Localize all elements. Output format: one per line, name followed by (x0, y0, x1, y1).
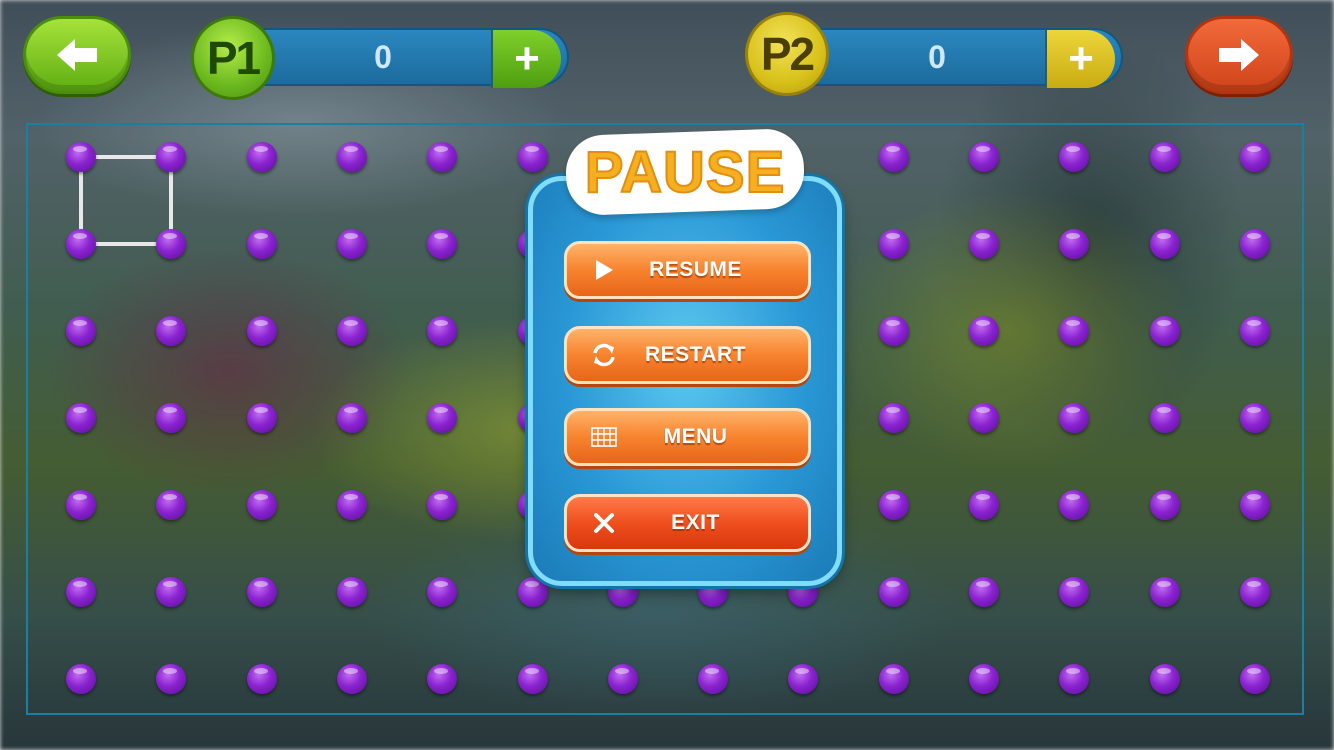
grid-dot[interactable] (878, 403, 909, 433)
arrow-right-icon (1219, 39, 1259, 71)
grid-dot[interactable] (427, 316, 458, 346)
player2-score: 0 (928, 38, 946, 75)
grid-dot[interactable] (427, 577, 458, 607)
restart-button[interactable]: RESTART (564, 326, 811, 384)
grid-dot[interactable] (427, 403, 458, 433)
grid-dot[interactable] (1239, 664, 1270, 694)
player2-badge: P2 (745, 12, 829, 96)
pause-title: PAUSE (584, 139, 786, 206)
grid-dot[interactable] (336, 577, 367, 607)
grid-dot[interactable] (66, 229, 96, 259)
grid-dot[interactable] (969, 490, 999, 520)
grid-dot[interactable] (969, 316, 999, 346)
back-button[interactable] (23, 16, 131, 94)
grid-dot[interactable] (246, 577, 277, 607)
grid-dot[interactable] (878, 577, 909, 607)
grid-dot[interactable] (969, 403, 999, 433)
player2-score-bar: 0 + (805, 28, 1123, 88)
grid-dot[interactable] (1239, 403, 1270, 433)
player2-score-panel: 0 + P2 (745, 12, 1125, 96)
play-icon (589, 244, 619, 296)
grid-dot[interactable] (698, 664, 729, 694)
grid-dot[interactable] (1239, 490, 1270, 520)
grid-dot[interactable] (336, 316, 367, 346)
player1-score-panel: 0 + P1 (191, 16, 571, 100)
grid-dot[interactable] (336, 142, 367, 172)
grid-dot[interactable] (1239, 229, 1270, 259)
grid-dot[interactable] (1239, 577, 1270, 607)
exit-button[interactable]: EXIT (564, 494, 811, 552)
grid-dot[interactable] (878, 229, 909, 259)
grid-dot[interactable] (246, 316, 277, 346)
grid-dot[interactable] (878, 664, 909, 694)
resume-button[interactable]: RESUME (564, 241, 811, 299)
player1-badge: P1 (191, 16, 275, 100)
grid-dot[interactable] (336, 664, 367, 694)
grid-dot[interactable] (517, 142, 548, 172)
grid-icon (589, 411, 619, 463)
grid-dot[interactable] (427, 490, 458, 520)
grid-dot[interactable] (1149, 490, 1180, 520)
arrow-left-icon (57, 39, 97, 71)
grid-dot[interactable] (1149, 664, 1180, 694)
grid-dot[interactable] (427, 229, 458, 259)
grid-dot[interactable] (246, 664, 277, 694)
grid-dot[interactable] (336, 403, 367, 433)
next-button[interactable] (1185, 16, 1293, 94)
grid-dot[interactable] (66, 142, 96, 172)
grid-dot[interactable] (517, 577, 548, 607)
grid-dot[interactable] (1239, 142, 1270, 172)
grid-dot[interactable] (66, 664, 96, 694)
grid-dot[interactable] (246, 229, 277, 259)
grid-dot[interactable] (336, 490, 367, 520)
grid-dot[interactable] (1149, 403, 1180, 433)
grid-dot[interactable] (66, 316, 96, 346)
grid-dot[interactable] (427, 142, 458, 172)
close-icon (589, 497, 619, 549)
grid-dot[interactable] (969, 142, 999, 172)
grid-dot[interactable] (878, 316, 909, 346)
grid-dot[interactable] (1149, 316, 1180, 346)
grid-dot[interactable] (1149, 142, 1180, 172)
grid-dot[interactable] (878, 142, 909, 172)
grid-dot[interactable] (1149, 577, 1180, 607)
grid-dot[interactable] (246, 142, 277, 172)
grid-dot[interactable] (607, 664, 638, 694)
grid-dot[interactable] (336, 229, 367, 259)
menu-button[interactable]: MENU (564, 408, 811, 466)
grid-dot[interactable] (969, 229, 999, 259)
restart-icon (589, 329, 619, 381)
player1-score-bar: 0 + (251, 28, 569, 88)
grid-dot[interactable] (246, 490, 277, 520)
grid-dot[interactable] (517, 664, 548, 694)
grid-dot[interactable] (246, 403, 277, 433)
grid-dot[interactable] (969, 577, 999, 607)
grid-dot[interactable] (66, 577, 96, 607)
player2-plus-button[interactable]: + (1045, 30, 1115, 88)
player1-score: 0 (374, 38, 392, 75)
grid-dot[interactable] (66, 490, 96, 520)
player1-plus-button[interactable]: + (491, 30, 561, 88)
grid-dot[interactable] (878, 490, 909, 520)
grid-dot[interactable] (969, 664, 999, 694)
grid-dot[interactable] (66, 403, 96, 433)
grid-dot[interactable] (1149, 229, 1180, 259)
grid-dot[interactable] (1239, 316, 1270, 346)
grid-dot[interactable] (427, 664, 458, 694)
